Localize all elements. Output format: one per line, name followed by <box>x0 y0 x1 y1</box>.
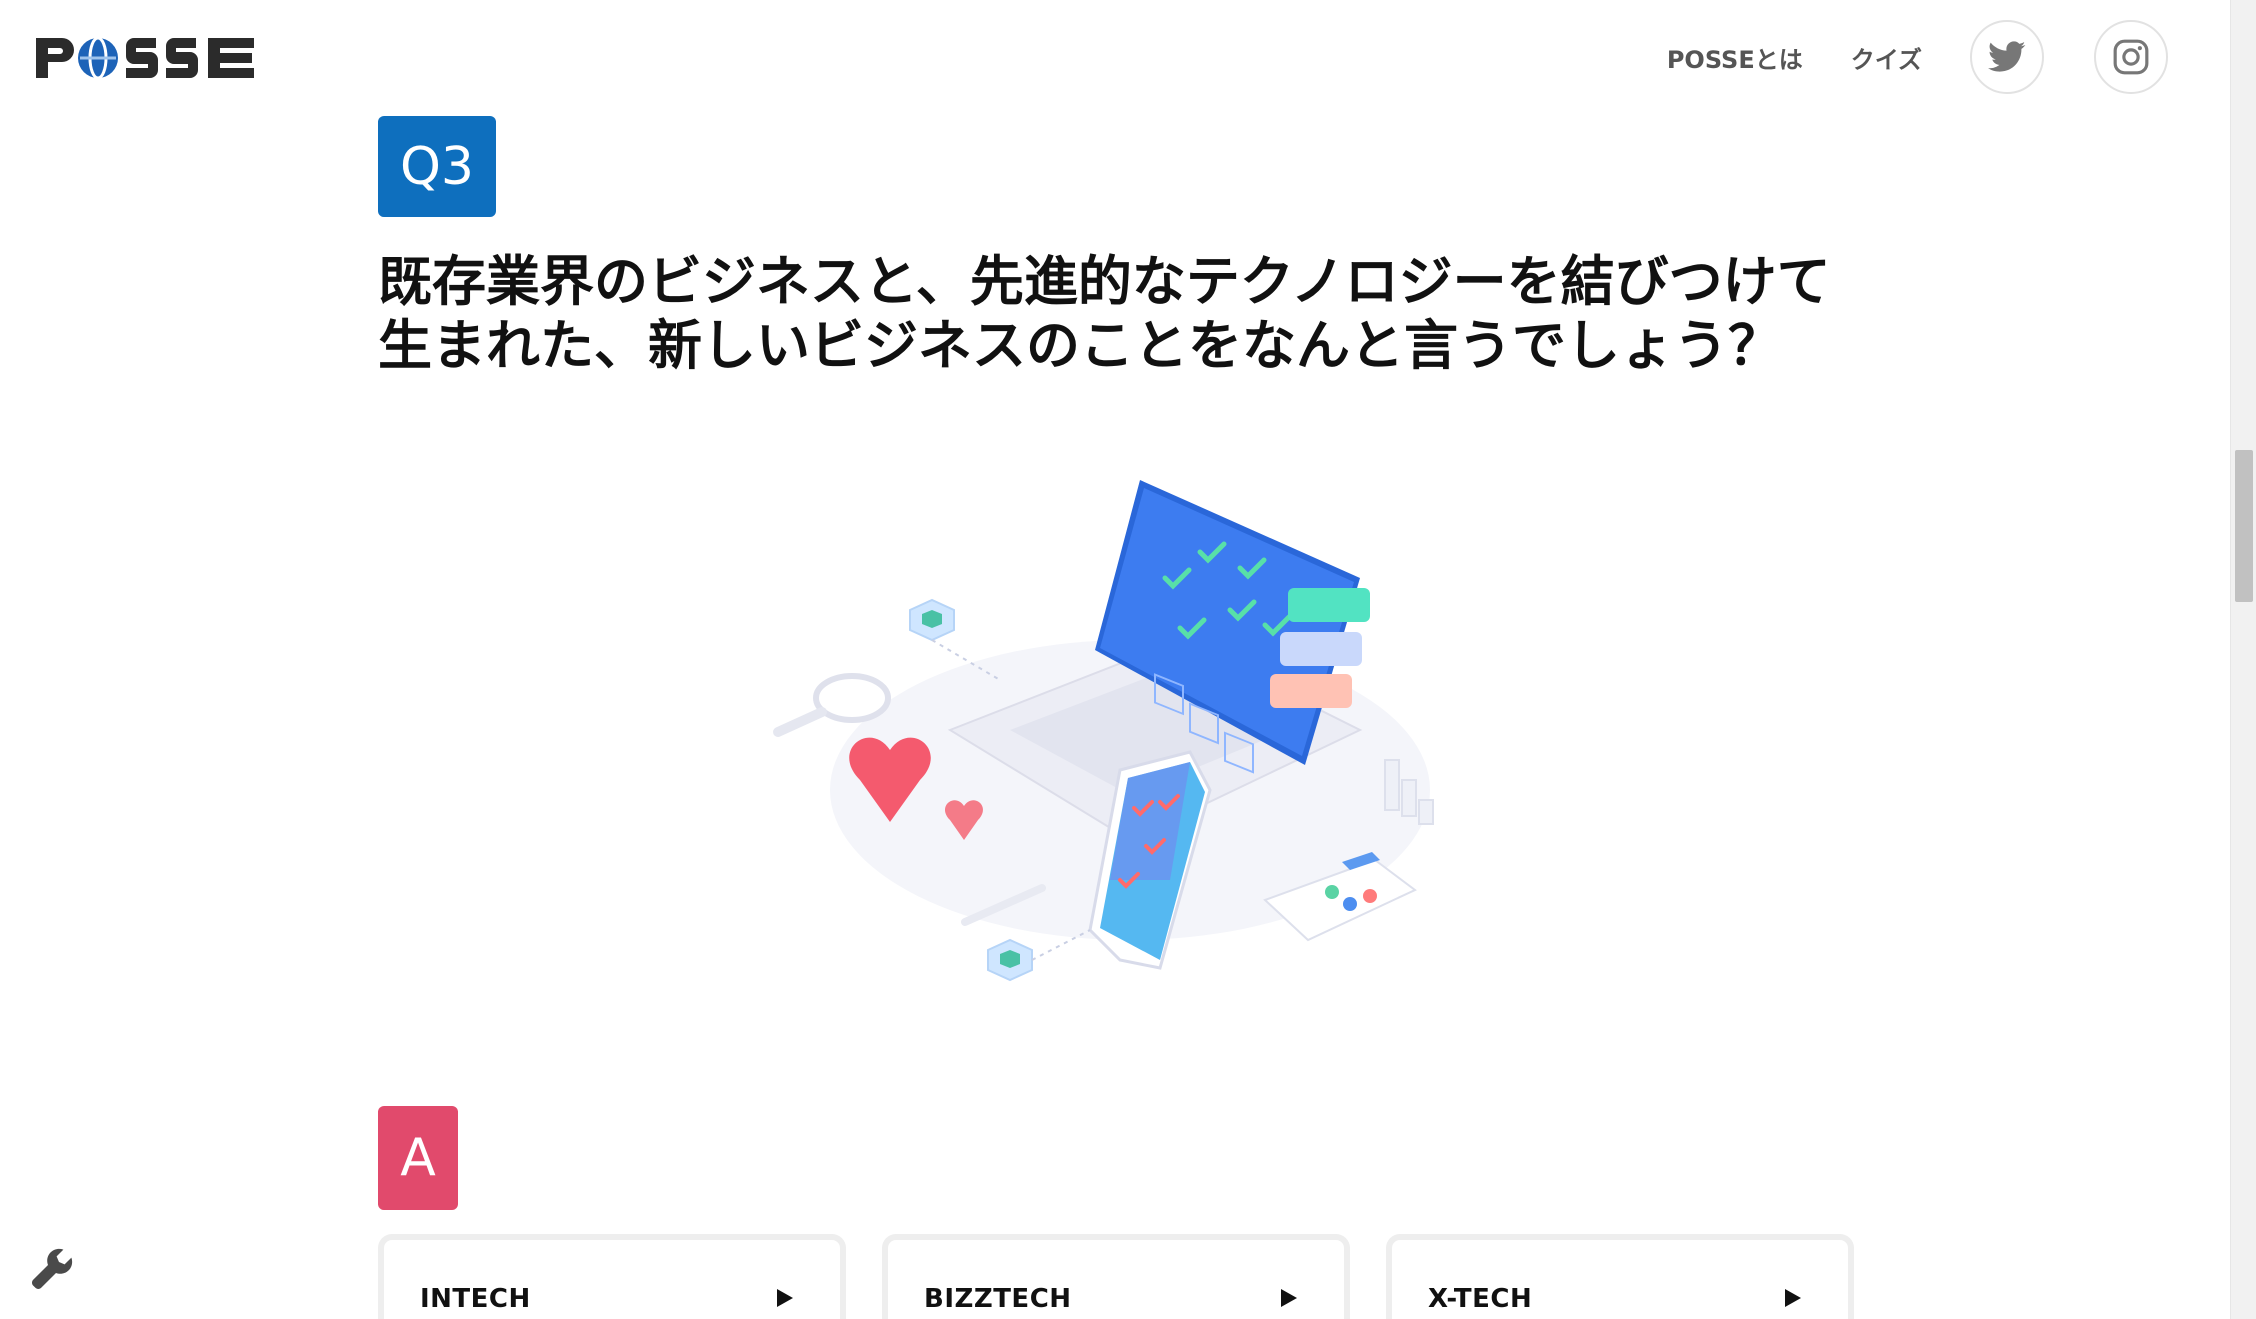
tech-illustration <box>773 480 1434 982</box>
user-card-green <box>1288 588 1370 622</box>
answer-badge: A <box>378 1106 458 1210</box>
play-arrow-icon <box>777 1289 793 1307</box>
page: POSSEとは クイズ Q3 既存業界のビジネスと、先進的なテクノロジーを結びつ… <box>0 0 2256 1319</box>
option-bizztech[interactable]: BIZZTECH <box>882 1234 1350 1319</box>
answer-options: INTECH BIZZTECH X-TECH <box>378 1234 1890 1319</box>
question-text: 既存業界のビジネスと、先進的なテクノロジーを結びつけて 生まれた、新しいビジネス… <box>378 250 1831 377</box>
posse-logo-mark <box>36 36 254 80</box>
option-label: BIZZTECH <box>924 1284 1072 1314</box>
instagram-button[interactable] <box>2094 20 2168 94</box>
nav-quiz[interactable]: クイズ <box>1851 40 1922 75</box>
main-nav: POSSEとは クイズ <box>1667 20 2168 94</box>
option-label: INTECH <box>420 1284 531 1314</box>
instagram-icon <box>2113 39 2149 75</box>
scroll-thumb[interactable] <box>2235 450 2253 602</box>
page-scrollbar[interactable] <box>2230 0 2256 1319</box>
posse-logo[interactable] <box>34 28 256 88</box>
play-arrow-icon <box>1785 1289 1801 1307</box>
option-intech[interactable]: INTECH <box>378 1234 846 1319</box>
option-label: X-TECH <box>1428 1284 1533 1314</box>
wrench-icon <box>32 1248 73 1289</box>
user-card-pink <box>1270 674 1352 708</box>
dev-tools-button[interactable] <box>28 1245 78 1295</box>
option-x-tech[interactable]: X-TECH <box>1386 1234 1854 1319</box>
site-header: POSSEとは クイズ <box>0 0 2230 116</box>
twitter-icon <box>1988 41 2026 72</box>
twitter-button[interactable] <box>1970 20 2044 94</box>
nav-about[interactable]: POSSEとは <box>1667 40 1803 75</box>
question-number-badge: Q3 <box>378 116 496 217</box>
user-card-blue <box>1280 632 1362 666</box>
play-arrow-icon <box>1281 1289 1297 1307</box>
